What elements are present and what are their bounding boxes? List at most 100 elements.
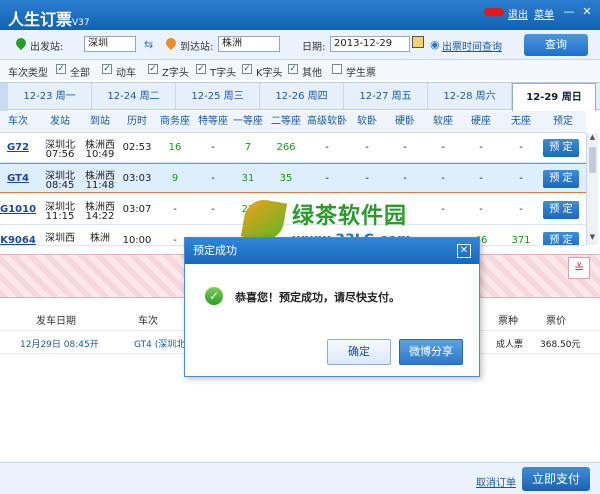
train-number-link[interactable]: G72 [0,142,36,153]
order-col-ticket-type: 票种 [498,316,518,327]
first-seats: 21 [241,204,255,215]
table-row[interactable]: G1010 深圳北 11:15 株洲西 14:22 03:07 - - 21 -… [0,195,586,225]
checkbox-emu[interactable]: ✓ [102,64,112,74]
logout-link[interactable]: 退出 [508,6,528,21]
duration: 03:03 [122,173,152,184]
from-station: 深圳西 [45,233,75,244]
search-button[interactable]: 查询 [524,34,588,56]
col-hsoft: 高级软卧 [307,116,347,127]
hard-sleeper: - [403,173,407,184]
hard-sleeper: - [403,142,407,153]
title-bar: 人生订票V37 退出 菜单 — ✕ [0,0,600,30]
tab-1228[interactable]: 12-28 周六 [428,83,512,110]
to-station: 株洲 [90,233,110,244]
tab-1229[interactable]: 12-29 周日 [512,83,596,111]
col-second: 二等座 [271,116,301,127]
tabs-scroll-left[interactable] [0,83,8,111]
checkbox-emu-label: 动车 [116,68,136,79]
book-button[interactable]: 预 定 [543,201,579,219]
tab-1224[interactable]: 12-24 周二 [92,83,176,110]
tab-1227[interactable]: 12-27 周五 [344,83,428,110]
hsoft-seats: - [325,204,329,215]
business-seats: - [173,204,177,215]
checkbox-k-label: K字头 [256,68,283,79]
order-ticket-type: 成人票 [496,340,524,350]
checkbox-student-label: 学生票 [346,68,376,79]
table-row[interactable]: GT4 深圳北 08:45 株洲西 11:48 03:03 9 - 31 35 … [0,163,586,193]
business-seats: 9 [171,173,179,184]
no-seat: 371 [511,235,531,246]
col-hardseat: 硬座 [471,116,491,127]
checkbox-z-label: Z字头 [162,68,189,79]
menu-link[interactable]: 菜单 [534,6,554,21]
checkbox-all[interactable]: ✓ [56,64,66,74]
train-type-label: 车次类型 [8,68,48,79]
train-number-link[interactable]: GT4 [0,173,36,184]
arrive-time: 11:48 [85,180,115,191]
special-seats: - [211,204,215,215]
from-station-input[interactable]: 深圳 [84,36,136,52]
checkbox-all-label: 全部 [70,68,90,79]
tab-1226[interactable]: 12-26 周四 [260,83,344,110]
soft-seat: - [441,204,445,215]
schedule-link[interactable]: 出票时间查询 [442,38,502,53]
hard-seat: - [479,173,483,184]
checkbox-t-label: T字头 [210,68,237,79]
hsoft-seats: - [325,142,329,153]
double-chevron-down-icon[interactable]: ≚ [568,257,590,279]
table-scrollbar[interactable]: ▲ ▼ [586,133,598,245]
to-station-input[interactable]: 株洲 [218,36,280,52]
table-row[interactable]: G72 深圳北 07:56 株洲西 10:49 02:53 16 - 7 266… [0,133,586,163]
arrive-time: 14:22 [85,211,115,222]
book-button[interactable]: 预 定 [543,170,579,188]
tab-1225[interactable]: 12-25 周三 [176,83,260,110]
soft-seat: - [441,142,445,153]
cancel-order-link[interactable]: 取消订单 [476,474,516,489]
checkbox-t[interactable]: ✓ [196,64,206,74]
train-number-link[interactable]: G1010 [0,204,36,215]
calendar-icon[interactable] [412,36,424,48]
col-train: 车次 [8,116,28,127]
booking-success-dialog: 预定成功 ✕ ✓ 恭喜您！预定成功，请尽快支付。 确定 微博分享 [184,237,480,377]
location-pin-icon [13,35,29,51]
book-button[interactable]: 预 定 [543,232,579,245]
depart-time: 11:15 [45,211,75,222]
minimize-icon[interactable]: — [562,5,576,19]
app-version: V37 [72,18,90,28]
checkbox-z[interactable]: ✓ [148,64,158,74]
swap-stations-icon[interactable]: ⇆ [144,38,153,51]
col-softseat: 软座 [433,116,453,127]
order-price: 368.50元 [540,340,581,350]
close-icon[interactable]: ✕ [580,5,594,19]
train-table-header: 车次 发站 到站 历时 商务座 特等座 一等座 二等座 高级软卧 软卧 硬卧 软… [0,111,586,133]
no-seat: - [519,204,523,215]
scroll-up-icon[interactable]: ▲ [587,133,598,143]
col-book: 预定 [553,116,573,127]
checkbox-other-label: 其他 [302,68,322,79]
checkbox-k[interactable]: ✓ [242,64,252,74]
special-seats: - [211,173,215,184]
col-first: 一等座 [233,116,263,127]
depart-time: 07:56 [45,149,75,160]
date-tabs: 12-23 周一 12-24 周二 12-25 周三 12-26 周四 12-2… [0,82,600,111]
scroll-thumb[interactable] [589,147,596,173]
train-number-link[interactable]: K9064 [0,235,36,245]
tab-1223[interactable]: 12-23 周一 [8,83,92,110]
checkbox-student[interactable] [332,64,342,74]
checkbox-other[interactable]: ✓ [288,64,298,74]
scroll-down-icon[interactable]: ▼ [587,233,598,243]
col-special: 特等座 [198,116,228,127]
train-type-filters: 车次类型 ✓ 全部 ✓ 动车 ✓ Z字头 ✓ T字头 ✓ K字头 ✓ 其他 学生… [0,60,600,80]
book-button[interactable]: 预 定 [543,139,579,157]
soft-sleeper: - [365,142,369,153]
confirm-button[interactable]: 确定 [327,339,391,365]
weibo-share-button[interactable]: 微博分享 [399,339,463,365]
order-col-price: 票价 [546,316,566,327]
dialog-close-icon[interactable]: ✕ [457,244,471,258]
pay-now-button[interactable]: 立即支付 [522,467,590,491]
to-label: 到达站: [180,42,214,53]
depart-time: 08:45 [45,180,75,191]
date-input[interactable]: 2013-12-29 [330,36,410,52]
soft-sleeper: - [365,173,369,184]
col-business: 商务座 [160,116,190,127]
